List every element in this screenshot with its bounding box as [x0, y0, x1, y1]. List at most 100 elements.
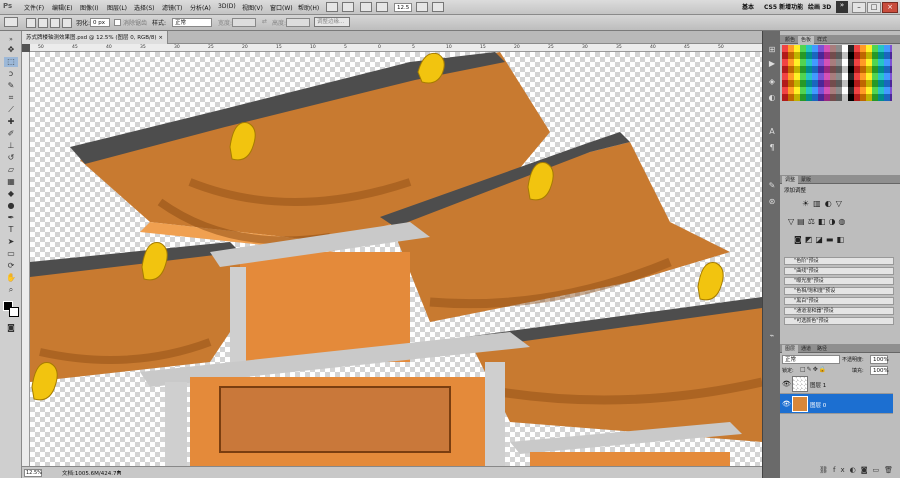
document-canvas[interactable] [30, 52, 762, 466]
dodge-tool-icon[interactable]: ● [4, 201, 18, 211]
quick-select-tool-icon[interactable]: ✎ [4, 81, 18, 91]
navigator-panel-icon[interactable]: ◐ [766, 93, 778, 103]
tab-swatches[interactable]: 色板 [798, 36, 815, 44]
shape-tool-icon[interactable]: ▭ [4, 249, 18, 259]
zoom-tool-icon[interactable]: ⌕ [4, 285, 18, 295]
swap-icon[interactable]: ⇄ [262, 18, 267, 25]
history-brush-tool-icon[interactable]: ↺ [4, 153, 18, 163]
clone-source-icon[interactable]: ⊛ [766, 197, 778, 207]
document-tab[interactable]: 苏式牌楼轴测效果图.psd @ 12.5% (图层 0, RGB/8) × [22, 31, 168, 44]
type-tool-icon[interactable]: T [4, 225, 18, 235]
workspace-paint-3d[interactable]: 绘画 3D [808, 2, 831, 11]
marquee-preset-icon[interactable] [4, 17, 18, 27]
menu-file[interactable]: 文件(F) [24, 3, 44, 12]
add-selection-icon[interactable] [38, 18, 48, 28]
3d-rotate-tool-icon[interactable]: ⟳ [4, 261, 18, 271]
visibility-eye-icon[interactable]: 👁 [782, 400, 791, 408]
zoom-field[interactable]: 12.5 [394, 3, 412, 12]
workspace-cs5-new[interactable]: CS5 新增功能 [764, 2, 803, 11]
quick-mask-icon[interactable]: ◙ [4, 323, 18, 333]
clone-stamp-tool-icon[interactable]: ⊥ [4, 141, 18, 151]
actions-panel-icon[interactable]: ▶ [766, 59, 778, 69]
menu-image[interactable]: 图像(I) [80, 3, 98, 12]
history-panel-icon[interactable]: ⊞ [766, 45, 778, 55]
opacity-input[interactable]: 100% [870, 355, 889, 364]
path-select-tool-icon[interactable]: ➤ [4, 237, 18, 247]
3d-panel-icon[interactable]: ◈ [766, 77, 778, 87]
tab-color[interactable]: 颜色 [782, 36, 798, 44]
intersect-selection-icon[interactable] [62, 18, 72, 28]
hand-tool-icon[interactable]: ✋ [4, 273, 18, 283]
status-menu-arrow-icon[interactable]: ▸ [118, 469, 121, 475]
menu-3d[interactable]: 3D(D) [218, 3, 236, 10]
eyedropper-tool-icon[interactable]: ⟋ [4, 105, 18, 115]
paths-panel-icon[interactable]: ⌁ [766, 331, 778, 341]
menu-help[interactable]: 帮助(H) [298, 3, 319, 12]
menu-view[interactable]: 视图(V) [242, 3, 263, 12]
gradient-tool-icon[interactable]: ▦ [4, 177, 18, 187]
subtract-selection-icon[interactable] [50, 18, 60, 28]
arrange-documents-icon[interactable] [416, 2, 428, 12]
blend-mode-select[interactable]: 正常 [782, 355, 840, 364]
menu-select[interactable]: 选择(S) [134, 3, 155, 12]
close-tab-icon[interactable]: × [158, 35, 163, 41]
screen-mode-icon[interactable] [432, 2, 444, 12]
crop-tool-icon[interactable]: ⌗ [4, 93, 18, 103]
minibridge-icon[interactable] [342, 2, 354, 12]
maximize-icon[interactable]: □ [867, 2, 881, 13]
tab-styles[interactable]: 样式 [814, 36, 830, 44]
menu-edit[interactable]: 编辑(E) [52, 3, 72, 12]
tab-channels[interactable]: 通道 [798, 345, 814, 353]
brush-tool-icon[interactable]: ✐ [4, 129, 18, 139]
height-input[interactable] [286, 18, 310, 27]
lock-icons[interactable]: □✎✥🔒 [800, 366, 827, 373]
preset-curves[interactable]: "曲线"预设 [784, 267, 894, 275]
tab-masks[interactable]: 蒙版 [798, 176, 814, 184]
preset-hue-saturation[interactable]: "色相/饱和度"预设 [784, 287, 894, 295]
tab-paths[interactable]: 路径 [814, 345, 830, 353]
more-workspaces-icon[interactable]: » [836, 1, 848, 13]
preset-channel-mixer[interactable]: "通道混和器"预设 [784, 307, 894, 315]
new-selection-icon[interactable] [26, 18, 36, 28]
lasso-tool-icon[interactable]: ↄ [4, 69, 18, 79]
antialias-checkbox[interactable] [114, 19, 121, 26]
move-tool-icon[interactable]: ✥ [4, 45, 18, 55]
width-input[interactable] [232, 18, 256, 27]
menu-filter[interactable]: 滤镜(T) [162, 3, 182, 12]
menu-layer[interactable]: 图层(L) [107, 3, 127, 12]
layer-row[interactable]: 👁 图层 1 [780, 374, 893, 394]
tab-layers[interactable]: 图层 [782, 345, 799, 353]
feather-input[interactable]: 0 px [90, 18, 110, 27]
visibility-eye-icon[interactable]: 👁 [782, 380, 791, 388]
menu-window[interactable]: 窗口(W) [270, 3, 293, 12]
layers-footer-icons[interactable]: ⛓fx◐◙▭🗑 [782, 466, 898, 476]
healing-brush-tool-icon[interactable]: ✚ [4, 117, 18, 127]
status-zoom[interactable]: 12.5% [24, 469, 42, 477]
preset-exposure[interactable]: "曝光度"预设 [784, 277, 894, 285]
minimize-icon[interactable]: – [852, 2, 866, 13]
collapse-toolbar-icon[interactable]: » [4, 35, 18, 45]
layer-row[interactable]: 👁 图层 0 [780, 394, 893, 414]
hand-tool-icon[interactable] [360, 2, 372, 12]
adjust-icons-row2[interactable]: ▽▤⚖◧◑◍ [788, 217, 892, 227]
rect-marquee-tool-icon[interactable]: ⬚ [4, 57, 18, 67]
preset-selective-color[interactable]: "可选颜色"预设 [784, 317, 894, 325]
bridge-icon[interactable] [326, 2, 338, 12]
adjust-icons-row3[interactable]: ◙◩◪▬◧ [794, 235, 892, 245]
workspace-basic[interactable]: 基本 [742, 2, 754, 11]
close-icon[interactable]: × [882, 2, 898, 13]
blur-tool-icon[interactable]: ◆ [4, 189, 18, 199]
refine-edge-button[interactable]: 调整边缘... [314, 17, 350, 27]
zoom-tool-icon[interactable] [376, 2, 388, 12]
paragraph-panel-icon[interactable]: ¶ [766, 143, 778, 153]
eraser-tool-icon[interactable]: ▱ [4, 165, 18, 175]
background-color-swatch[interactable] [9, 307, 19, 317]
brush-panel-icon[interactable]: ✎ [766, 181, 778, 191]
menu-analysis[interactable]: 分析(A) [190, 3, 211, 12]
adjust-icons-row1[interactable]: ☀▥◐▽ [802, 199, 892, 209]
style-select[interactable]: 正常 [172, 18, 212, 27]
pen-tool-icon[interactable]: ✒ [4, 213, 18, 223]
tab-adjustments[interactable]: 调整 [782, 176, 799, 184]
preset-levels[interactable]: "色阶"预设 [784, 257, 894, 265]
character-panel-icon[interactable]: A [766, 127, 778, 137]
